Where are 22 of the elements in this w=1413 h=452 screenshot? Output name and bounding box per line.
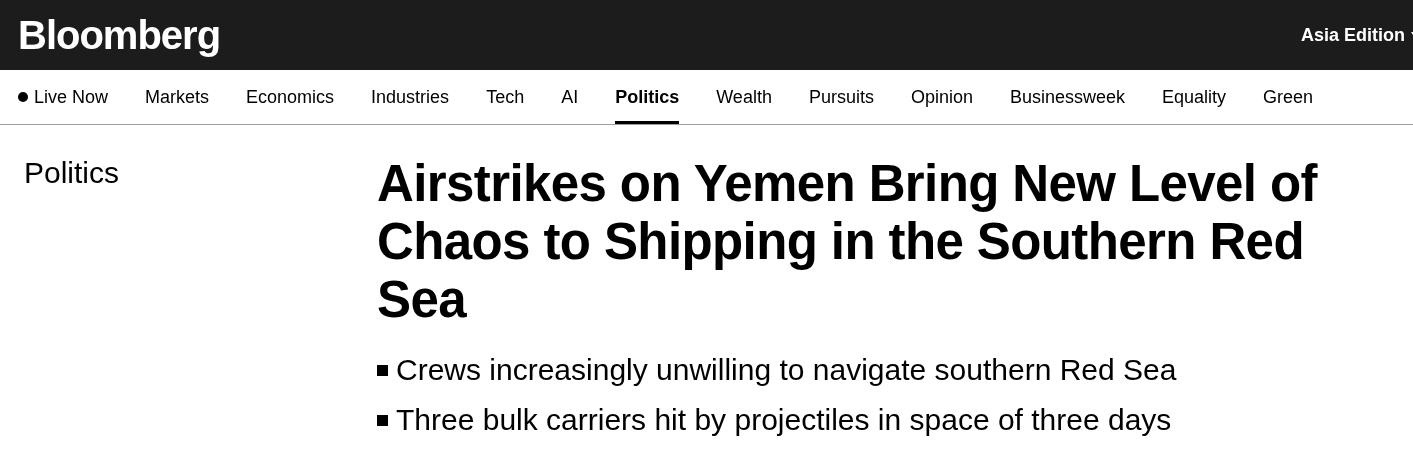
nav-tab[interactable]: Markets — [145, 70, 210, 124]
bullet-icon — [377, 414, 388, 426]
bullet-icon — [377, 364, 388, 376]
nav-tab[interactable]: Industries — [371, 70, 450, 124]
nav-tab[interactable]: AI — [561, 70, 579, 124]
nav-tab[interactable]: Green — [1263, 70, 1314, 124]
bullet-text: Crews increasingly unwilling to navigate southern Red Sea — [396, 352, 1177, 388]
nav-tab[interactable]: Wealth — [716, 70, 772, 124]
nav-tab[interactable]: Equality — [1162, 70, 1227, 124]
nav-tab[interactable]: Economics — [246, 70, 335, 124]
nav-tab[interactable]: Businessweek — [1010, 70, 1126, 124]
nav-tab[interactable]: Opinion — [910, 70, 973, 124]
nav-tab[interactable]: Tech — [486, 70, 525, 124]
live-dot-icon — [18, 92, 28, 102]
logo[interactable]: Bloomberg — [18, 12, 221, 58]
headline: Airstrikes on Yemen Bring New Level of Chaos to Shipping in the Southern Red Sea — [377, 155, 1319, 329]
nav-tab[interactable]: Politics — [615, 70, 680, 124]
bullet-text: Three bulk carriers hit by projectiles in space of three days — [396, 402, 1172, 438]
edition-link[interactable]: Asia Edition — [1301, 24, 1413, 46]
section-label: Politics — [23, 155, 121, 191]
nav-tab[interactable]: Pursuits — [808, 70, 874, 124]
nav-tab[interactable]: Live Now — [18, 70, 109, 124]
